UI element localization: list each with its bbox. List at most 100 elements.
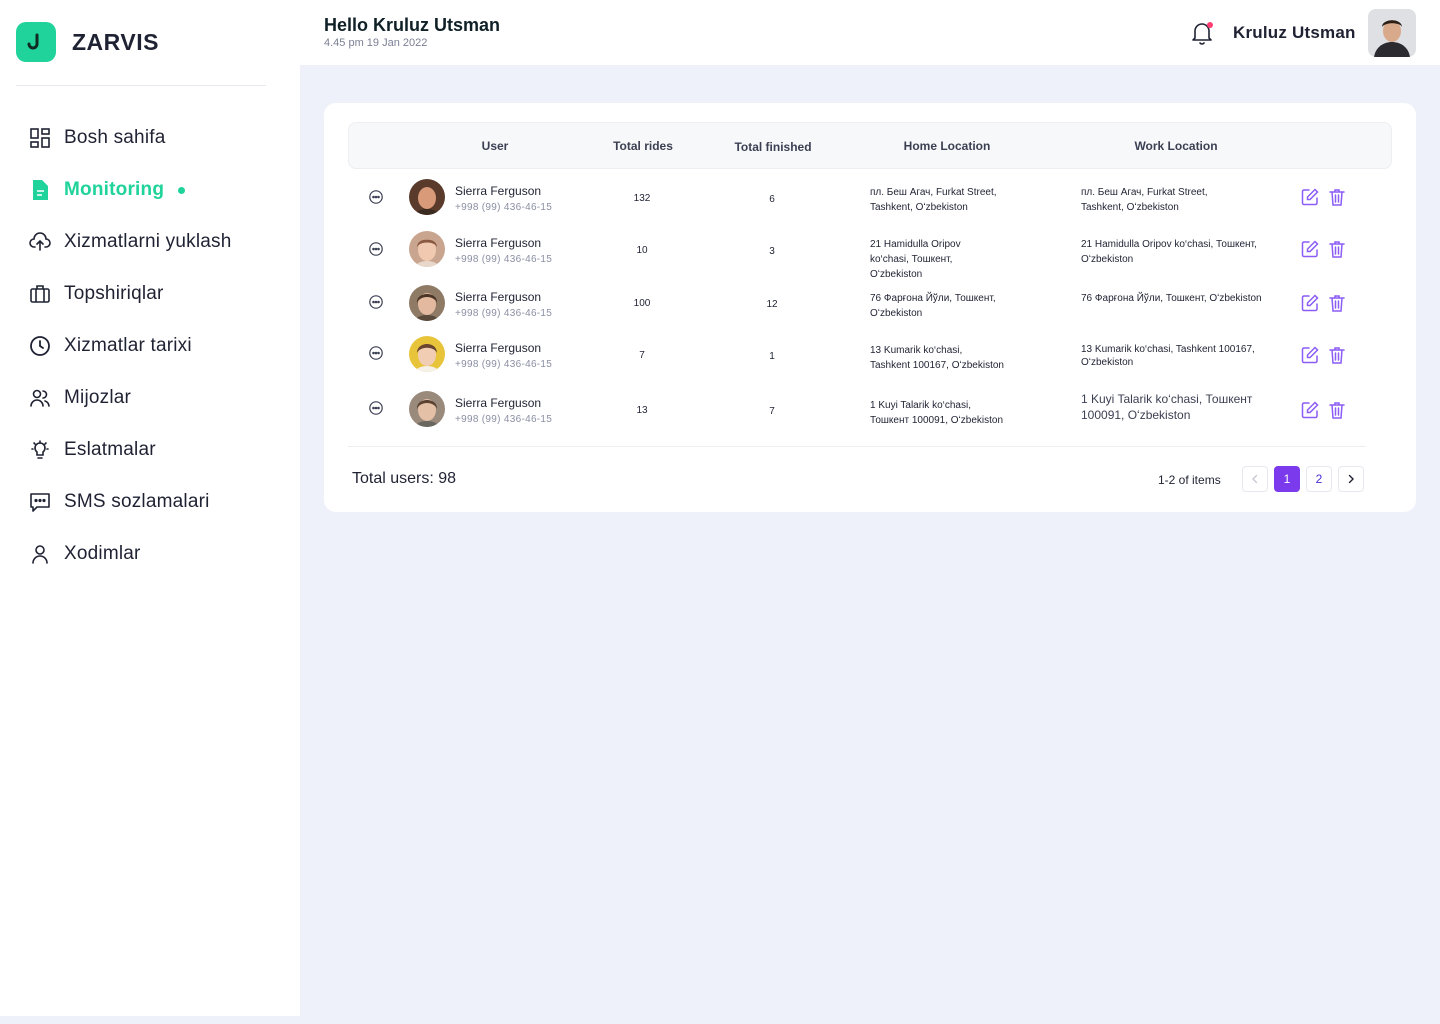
column-header-total-finished[interactable]: Total finished <box>734 140 811 154</box>
clock-icon <box>28 334 52 358</box>
table-header: User Total rides Total finished Home Loc… <box>348 122 1392 169</box>
user-name-cell: Sierra Ferguson <box>455 290 542 304</box>
edit-icon[interactable] <box>1300 239 1320 259</box>
user-phone-cell: +998 (99) 436-46-15 <box>455 308 553 319</box>
sidebar-item-xodimlar[interactable]: Xodimlar <box>28 528 231 580</box>
sidebar-item-label: Xodimlar <box>64 543 141 564</box>
edit-icon[interactable] <box>1300 400 1320 420</box>
notification-bell-icon[interactable] <box>1190 20 1214 46</box>
table-row: Sierra Ferguson +998 (99) 436-46-15 100 … <box>348 281 1392 333</box>
chevron-right-icon <box>1348 474 1354 484</box>
total-rides-cell: 13 <box>636 405 648 416</box>
trash-icon[interactable] <box>1327 345 1347 365</box>
top-header: Hello Kruluz Utsman 4.45 pm 19 Jan 2022 … <box>300 0 1440 65</box>
user-phone-cell: +998 (99) 436-46-15 <box>455 359 553 370</box>
sidebar-item-label: Bosh sahifa <box>64 127 166 148</box>
home-location-cell: 76 Фарғона Йўли, Тошкент, Oʻzbekiston <box>870 293 996 319</box>
avatar <box>409 336 445 372</box>
sidebar-nav: Bosh sahifa Monitoring Xizmatlarni yukla… <box>28 112 231 580</box>
total-finished-cell: 12 <box>766 299 778 310</box>
briefcase-icon <box>28 282 52 306</box>
total-finished-cell: 7 <box>769 406 775 417</box>
active-indicator <box>178 186 186 194</box>
trash-icon[interactable] <box>1327 293 1347 313</box>
work-location-cell: 76 Фарғона Йўли, Тошкент, Oʻzbekiston <box>1081 293 1262 304</box>
sidebar-item-sms-sozlamalari[interactable]: SMS sozlamalari <box>28 476 231 528</box>
prev-page-button[interactable] <box>1242 466 1268 492</box>
user-name[interactable]: Kruluz Utsman <box>1233 23 1356 43</box>
total-rides-cell: 7 <box>639 350 645 361</box>
chat-icon[interactable] <box>368 294 384 310</box>
user-name-cell: Sierra Ferguson <box>455 184 542 198</box>
work-location-cell: пл. Беш Агач, Furkat Street, Tashkent, Oʻ… <box>1081 187 1208 213</box>
edit-icon[interactable] <box>1300 345 1320 365</box>
sidebar-item-label: Monitoring <box>64 179 165 200</box>
work-location-cell: 1 Kuyi Talarik ko‘chasi, Тошкент 100091, … <box>1081 392 1253 422</box>
sidebar-item-topshiriqlar[interactable]: Topshiriqlar <box>28 268 231 320</box>
total-finished-cell: 1 <box>769 351 775 362</box>
sidebar-item-eslatmalar[interactable]: Eslatmalar <box>28 424 231 476</box>
sidebar-item-label: Xizmatlar tarixi <box>64 335 192 356</box>
trash-icon[interactable] <box>1327 187 1347 207</box>
notification-dot <box>1207 22 1213 28</box>
pagination-info: 1-2 of items <box>1158 473 1221 487</box>
chat-icon[interactable] <box>368 189 384 205</box>
document-icon <box>28 178 52 202</box>
total-finished-cell: 3 <box>769 246 775 257</box>
sidebar-item-mijozlar[interactable]: Mijozlar <box>28 372 231 424</box>
table-row: Sierra Ferguson +998 (99) 436-46-15 13 7… <box>348 387 1392 439</box>
table-row: Sierra Ferguson +998 (99) 436-46-15 10 3… <box>348 227 1392 280</box>
users-icon <box>28 386 52 410</box>
user-icon <box>28 542 52 566</box>
user-name-cell: Sierra Ferguson <box>455 236 542 250</box>
home-location-cell: 13 Kumarik ko‘chasi, Tashkent 100167, Oʻz… <box>870 345 1004 371</box>
total-rides-cell: 132 <box>633 193 651 204</box>
avatar[interactable] <box>1368 9 1416 57</box>
page-button-1[interactable]: 1 <box>1274 466 1300 492</box>
total-rides-cell: 100 <box>633 298 651 309</box>
avatar <box>409 179 445 215</box>
column-header-work-location[interactable]: Work Location <box>1134 139 1217 153</box>
total-users-label: Total users: 98 <box>352 470 457 487</box>
chevron-left-icon <box>1252 474 1258 484</box>
user-phone-cell: +998 (99) 436-46-15 <box>455 414 553 425</box>
sidebar-item-monitoring[interactable]: Monitoring <box>28 164 231 216</box>
user-name-cell: Sierra Ferguson <box>455 396 542 410</box>
sidebar-item-xizmatlarni-yuklash[interactable]: Xizmatlarni yuklash <box>28 216 231 268</box>
edit-icon[interactable] <box>1300 187 1320 207</box>
lightbulb-icon <box>28 438 52 462</box>
message-icon <box>28 490 52 514</box>
user-name-cell: Sierra Ferguson <box>455 341 542 355</box>
avatar <box>409 285 445 321</box>
table-divider <box>348 446 1366 447</box>
total-rides-cell: 10 <box>636 245 648 256</box>
chat-icon[interactable] <box>368 345 384 361</box>
column-header-total-rides[interactable]: Total rides <box>613 139 673 153</box>
sidebar-item-bosh-sahifa[interactable]: Bosh sahifa <box>28 112 231 164</box>
trash-icon[interactable] <box>1327 239 1347 259</box>
sidebar-item-xizmatlar-tarixi[interactable]: Xizmatlar tarixi <box>28 320 231 372</box>
sidebar-item-label: SMS sozlamalari <box>64 491 210 512</box>
brand[interactable]: ZARVIS <box>16 22 159 62</box>
home-location-cell: 21 Hamidulla Oripov ko‘chasi, Тошкент, Oʻz… <box>870 239 961 280</box>
total-finished-cell: 6 <box>769 194 775 205</box>
column-header-user[interactable]: User <box>482 139 509 153</box>
trash-icon[interactable] <box>1327 400 1347 420</box>
users-table-card: User Total rides Total finished Home Loc… <box>324 103 1416 512</box>
home-location-cell: 1 Kuyi Talarik ko‘chasi, Тошкент 100091, … <box>870 400 1004 426</box>
chat-icon[interactable] <box>368 400 384 416</box>
chat-icon[interactable] <box>368 241 384 257</box>
table-row: Sierra Ferguson +998 (99) 436-46-15 132 … <box>348 175 1392 227</box>
sidebar-item-label: Topshiriqlar <box>64 283 164 304</box>
page-button-2[interactable]: 2 <box>1306 466 1332 492</box>
home-location-cell: пл. Беш Агач, Furkat Street, Tashkent, Oʻ… <box>870 187 997 213</box>
next-page-button[interactable] <box>1338 466 1364 492</box>
user-phone-cell: +998 (99) 436-46-15 <box>455 254 553 265</box>
column-header-home-location[interactable]: Home Location <box>904 139 991 153</box>
dashboard-icon <box>28 126 52 150</box>
divider <box>16 85 266 86</box>
work-location-cell: 13 Kumarik ko‘chasi, Tashkent 100167, Oʻz… <box>1081 344 1255 368</box>
sidebar-item-label: Eslatmalar <box>64 439 156 460</box>
datetime-label: 4.45 pm 19 Jan 2022 <box>324 37 428 49</box>
edit-icon[interactable] <box>1300 293 1320 313</box>
